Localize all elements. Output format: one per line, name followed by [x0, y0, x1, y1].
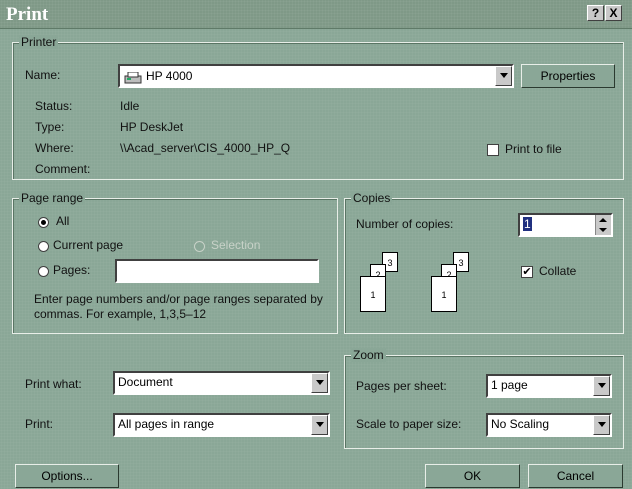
collate-checkbox[interactable]: ✔ — [521, 266, 533, 278]
page-icon-1: 1 — [360, 276, 386, 312]
printer-group: Printer — [12, 35, 624, 180]
printer-name-value: HP 4000 — [146, 69, 193, 83]
page-range-hint: Enter page numbers and/or page ranges se… — [34, 292, 323, 321]
ok-button[interactable]: OK — [425, 464, 520, 488]
number-of-copies-input[interactable]: 1 — [518, 213, 613, 237]
selection-label: Selection — [211, 238, 261, 252]
window-title: Print — [6, 4, 49, 25]
help-button[interactable]: ? — [587, 5, 604, 21]
page-icon-1b: 1 — [431, 276, 457, 312]
print-what-select[interactable]: Document — [113, 371, 330, 395]
print-what-dropdown-button[interactable] — [311, 373, 328, 393]
printer-group-label: Printer — [19, 35, 59, 49]
pages-per-sheet-dropdown-button[interactable] — [593, 376, 610, 396]
status-label: Status: — [35, 99, 73, 113]
copies-spinner[interactable] — [595, 215, 611, 235]
selection-radio[interactable] — [194, 241, 205, 252]
options-button[interactable]: Options... — [15, 464, 119, 488]
close-button[interactable]: X — [605, 5, 622, 21]
collate-illustration-uncollated: 3 2 1 — [360, 252, 410, 316]
scale-to-paper-size-select[interactable]: No Scaling — [486, 413, 612, 437]
print-to-file-label: Print to file — [505, 142, 562, 156]
type-value: HP DeskJet — [120, 120, 184, 134]
where-label: Where: — [35, 141, 74, 155]
copies-group-label: Copies — [351, 191, 393, 205]
print-select[interactable]: All pages in range — [113, 413, 330, 437]
pages-per-sheet-select[interactable]: 1 page — [486, 374, 612, 398]
scale-to-paper-size-value: No Scaling — [491, 417, 550, 431]
cancel-button[interactable]: Cancel — [528, 464, 623, 488]
all-label: All — [56, 214, 70, 228]
print-dropdown-button[interactable] — [311, 415, 328, 435]
pages-input[interactable] — [115, 259, 319, 283]
printer-name-select[interactable]: HP 4000 — [118, 64, 514, 88]
type-label: Type: — [35, 120, 65, 134]
print-to-file-checkbox[interactable] — [487, 144, 499, 156]
all-radio[interactable] — [38, 217, 49, 228]
pages-per-sheet-label: Pages per sheet: — [356, 379, 447, 393]
pages-radio[interactable] — [38, 266, 49, 277]
pages-label: Pages: — [53, 263, 91, 277]
where-value: \\Acad_server\CIS_4000_HP_Q — [120, 141, 291, 155]
page-range-group-label: Page range — [19, 191, 86, 205]
number-of-copies-value: 1 — [523, 217, 532, 231]
number-of-copies-label: Number of copies: — [356, 217, 454, 231]
printer-name-dropdown-button[interactable] — [495, 66, 512, 86]
zoom-group-label: Zoom — [351, 348, 386, 362]
print-value: All pages in range — [118, 417, 215, 431]
current-page-radio[interactable] — [38, 241, 49, 252]
status-value: Idle — [120, 99, 140, 113]
current-page-label: Current page — [53, 238, 124, 252]
print-dialog: Print ? X Printer Name: HP 4000 Properti… — [0, 0, 632, 489]
print-label: Print: — [25, 417, 54, 431]
collate-illustration-collated: 3 2 1 — [431, 252, 481, 316]
title-bar[interactable]: Print ? X — [0, 0, 632, 29]
scale-to-paper-size-label: Scale to paper size: — [356, 417, 462, 431]
pages-per-sheet-value: 1 page — [491, 378, 528, 392]
printer-icon — [124, 70, 142, 84]
properties-button[interactable]: Properties — [521, 64, 615, 88]
collate-label: Collate — [539, 264, 577, 278]
print-what-value: Document — [118, 375, 173, 389]
comment-label: Comment: — [35, 162, 91, 176]
scale-to-paper-size-dropdown-button[interactable] — [593, 415, 610, 435]
print-what-label: Print what: — [25, 377, 82, 391]
name-label: Name: — [25, 68, 61, 82]
